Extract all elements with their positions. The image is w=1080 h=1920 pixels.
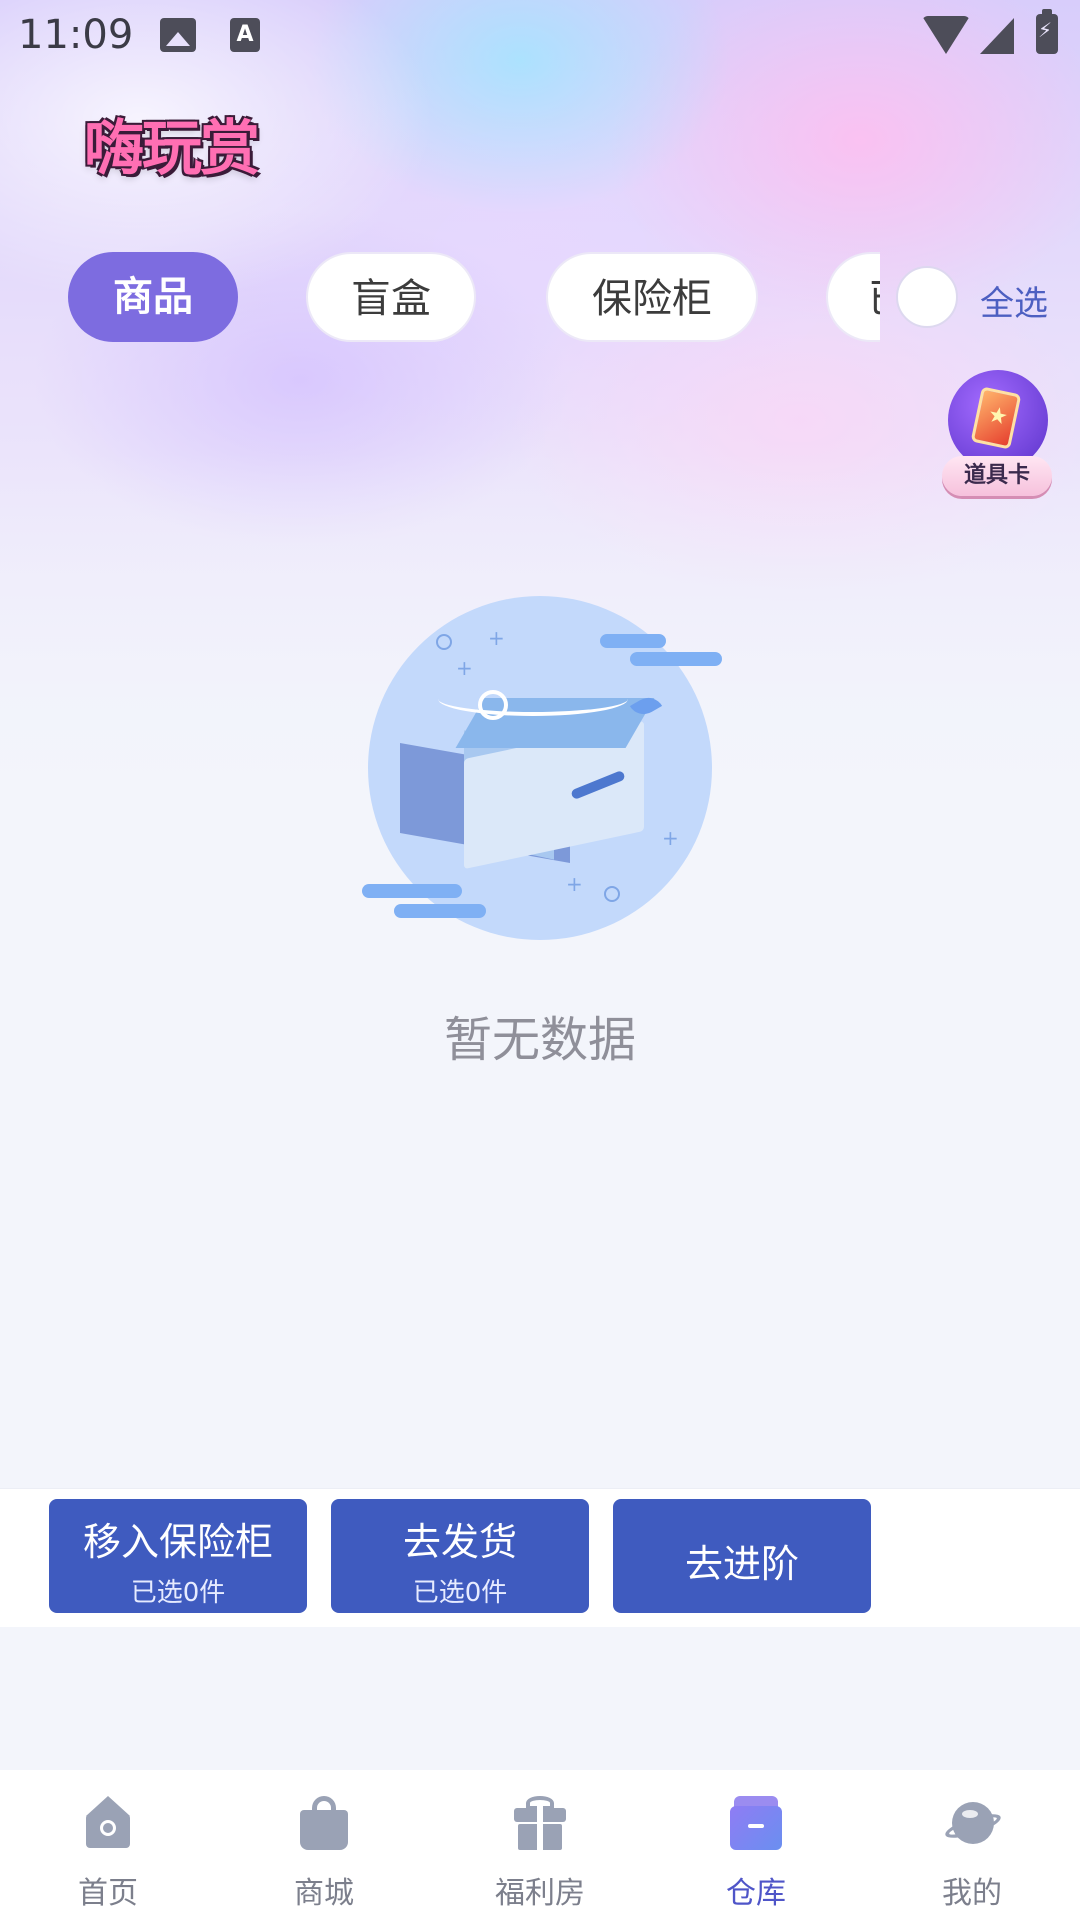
ship-label: 去发货 — [402, 1520, 517, 1564]
nav-label-me: 我的 — [942, 1876, 1002, 1911]
empty-state-text: 暂无数据 — [443, 1012, 636, 1068]
tab-goods[interactable]: 商品 — [68, 252, 238, 342]
planet-icon — [942, 1796, 1004, 1852]
app-logo: 嗨玩赏 — [84, 114, 260, 184]
ribbon-knot-shape — [478, 690, 508, 720]
warehouse-icon — [728, 1796, 784, 1852]
category-tabs: 商品 盲盒 保险柜 已 — [0, 250, 880, 346]
circle-sparkle-icon — [436, 634, 452, 650]
upgrade-label: 去进阶 — [684, 1542, 799, 1586]
prop-card-label: 道具卡 — [942, 456, 1052, 496]
select-all-toggle[interactable]: 全选 — [896, 266, 1066, 330]
move-to-safe-label: 移入保险柜 — [82, 1520, 273, 1564]
move-to-safe-count: 已选0件 — [130, 1578, 226, 1608]
cloud-shape — [362, 884, 462, 898]
sparkle-icon: + — [662, 826, 679, 850]
action-bar: 移入保险柜 已选0件 去发货 已选0件 去进阶 — [0, 1488, 1080, 1627]
sparkle-icon: + — [456, 656, 473, 680]
empty-box-illustration: + + + + — [360, 590, 722, 950]
ribbon-shape — [438, 682, 628, 716]
sparkle-icon: + — [488, 626, 505, 650]
ship-count: 已选0件 — [412, 1578, 508, 1608]
cloud-shape — [630, 652, 722, 666]
select-all-radio[interactable] — [896, 266, 958, 328]
bottom-navigation: 首页 商城 福利房 仓库 我的 — [0, 1770, 1080, 1920]
select-all-label: 全选 — [980, 284, 1048, 324]
gallery-icon — [160, 18, 196, 52]
shopping-bag-icon — [296, 1796, 352, 1852]
status-time: 11:09 — [18, 12, 134, 58]
nav-label-home: 首页 — [78, 1876, 138, 1911]
wifi-icon — [922, 16, 970, 54]
cloud-shape — [394, 904, 486, 918]
move-to-safe-button[interactable]: 移入保险柜 已选0件 — [49, 1499, 307, 1613]
nav-item-me[interactable]: 我的 — [864, 1770, 1080, 1920]
status-bar: 11:09 A — [0, 0, 1080, 72]
nav-item-warehouse[interactable]: 仓库 — [648, 1770, 864, 1920]
battery-charging-icon — [1036, 9, 1058, 54]
nav-item-mall[interactable]: 商城 — [216, 1770, 432, 1920]
prop-card-button[interactable]: ★ 道具卡 — [942, 370, 1052, 506]
nav-label-mall: 商城 — [294, 1876, 354, 1911]
sparkle-icon: + — [566, 872, 583, 896]
cloud-shape — [600, 634, 666, 648]
ship-button[interactable]: 去发货 已选0件 — [331, 1499, 589, 1613]
tab-partial[interactable]: 已 — [826, 252, 880, 342]
nav-item-home[interactable]: 首页 — [0, 1770, 216, 1920]
font-a-icon: A — [230, 18, 260, 52]
nav-item-welfare[interactable]: 福利房 — [432, 1770, 648, 1920]
tab-safe[interactable]: 保险柜 — [546, 252, 758, 342]
nav-label-welfare: 福利房 — [495, 1876, 585, 1911]
gift-icon — [512, 1796, 568, 1852]
signal-icon — [980, 18, 1014, 54]
home-icon — [80, 1796, 136, 1852]
tab-blind-box[interactable]: 盲盒 — [306, 252, 476, 342]
nav-label-warehouse: 仓库 — [726, 1876, 786, 1911]
circle-sparkle-icon — [604, 886, 620, 902]
upgrade-button[interactable]: 去进阶 — [613, 1499, 871, 1613]
